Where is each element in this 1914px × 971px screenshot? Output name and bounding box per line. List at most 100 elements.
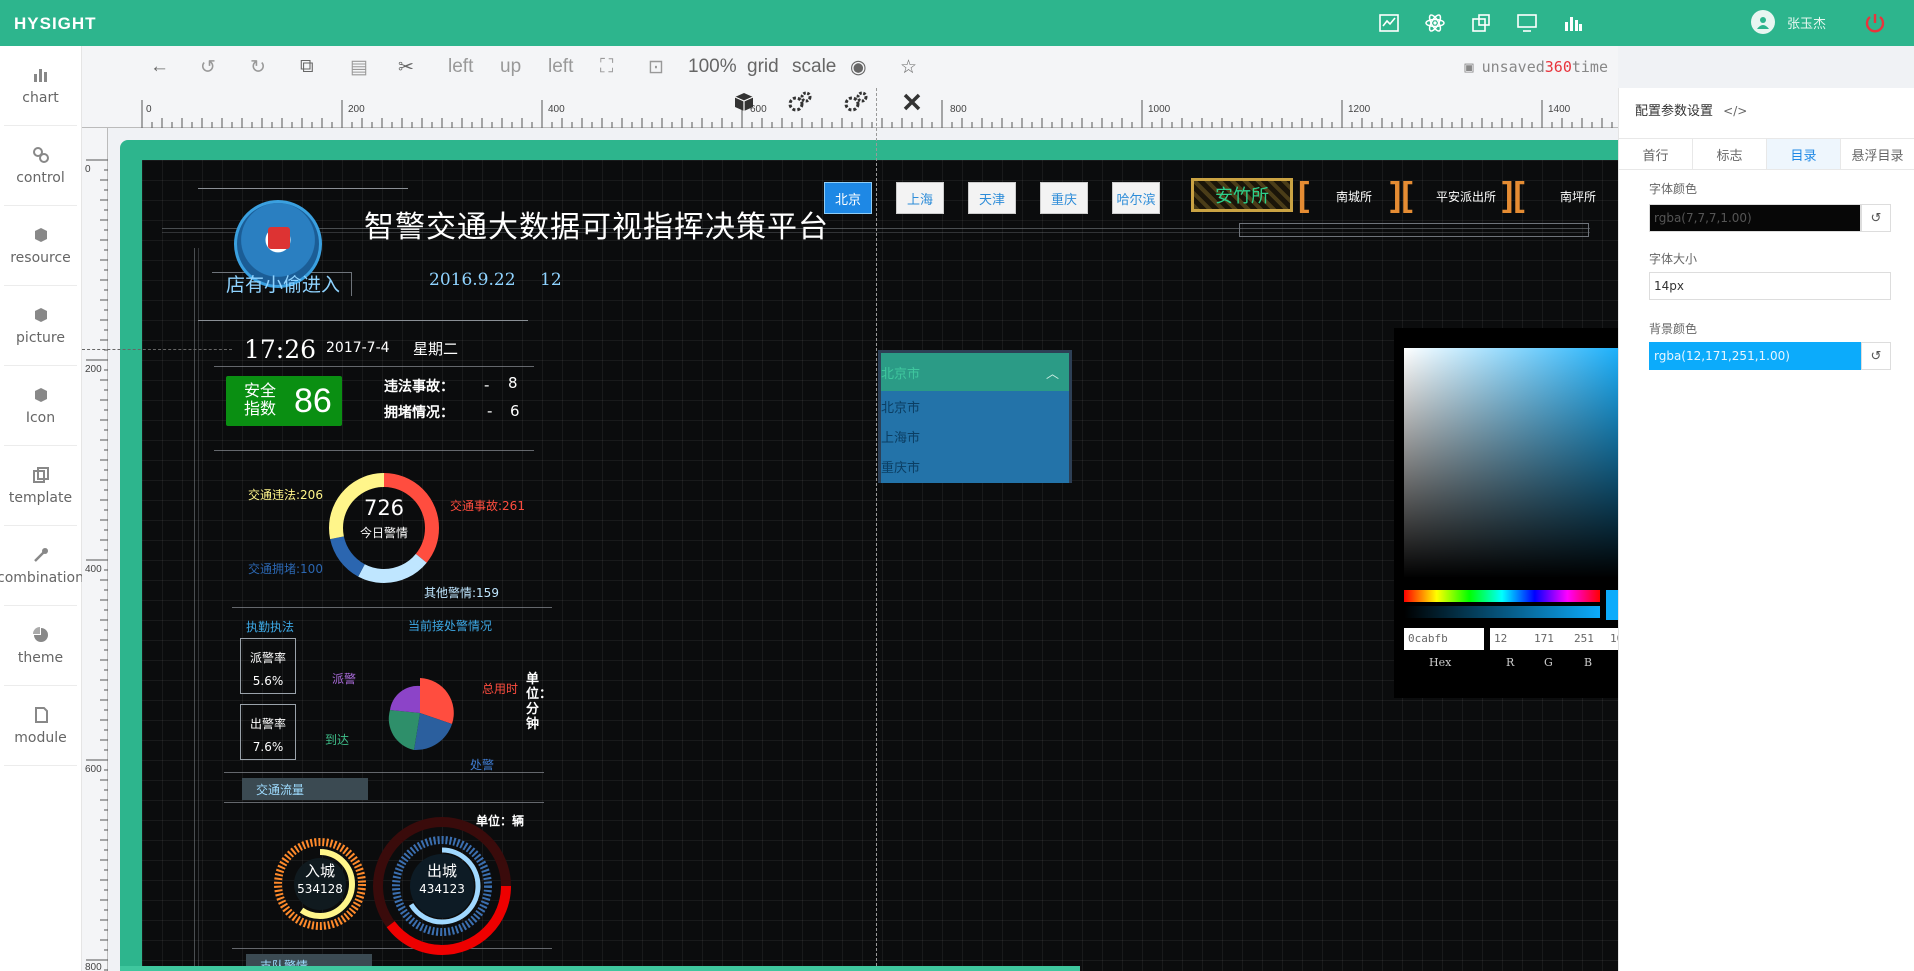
color-picker[interactable]: ✖ 0cabfb 12 171 251 100 Hex R G B A [1394, 328, 1644, 698]
ruler-label: 400 [85, 564, 102, 575]
tab-logo[interactable]: 标志 [1693, 139, 1767, 169]
city-button-shanghai[interactable]: 上海 [896, 182, 944, 214]
dropdown-option[interactable]: 上海市 [881, 421, 1069, 451]
sidebar-item-theme[interactable]: theme [4, 606, 77, 686]
reset-icon[interactable]: ↺ [1861, 342, 1891, 370]
grid-toggle[interactable]: grid [747, 56, 779, 78]
zoom-level[interactable]: 100% [688, 56, 737, 78]
atom-icon[interactable] [1424, 12, 1446, 34]
gears-icon[interactable] [786, 88, 814, 116]
r-input[interactable]: 12 [1490, 628, 1530, 650]
city-dropdown[interactable]: 北京市 ︿ 北京市 上海市 重庆市 [878, 350, 1072, 483]
city-button-tianjin[interactable]: 天津 [968, 182, 1016, 214]
bracket-icon: [ [1298, 176, 1310, 214]
chart-window-icon[interactable] [1378, 12, 1400, 34]
hex-input[interactable]: 0cabfb [1404, 628, 1484, 650]
back-arrow-icon[interactable]: ← [150, 56, 169, 78]
in-city-label: 入城 [304, 862, 335, 880]
puzzle-icon[interactable] [1470, 12, 1492, 34]
bar-chart-icon[interactable] [1562, 12, 1584, 34]
handling-pie-chart [388, 678, 454, 751]
sidebar-item-template[interactable]: template [4, 446, 77, 526]
tab-directory[interactable]: 目录 [1767, 139, 1841, 169]
ruler-label: 0 [146, 104, 152, 115]
bg-color-input[interactable]: rgba(12,171,251,1.00) [1649, 342, 1861, 370]
copy-icon [32, 466, 49, 483]
donut-caption: 今日警情 [359, 526, 408, 540]
monitor-icon[interactable] [1516, 12, 1538, 34]
align-left-button[interactable]: left [448, 56, 473, 78]
font-color-input[interactable]: rgba(7,7,7,1.00) [1649, 204, 1861, 232]
ruler-left: 0 200 400 600 800 [82, 128, 108, 971]
saturation-area[interactable] [1404, 348, 1634, 578]
pie-unit: 单位：分钟 [526, 672, 553, 732]
tab-floating-directory[interactable]: 悬浮目录 [1841, 139, 1914, 169]
ticker-date: 2016.9.22 [429, 270, 516, 290]
city-button-chongqing[interactable]: 重庆 [1040, 182, 1088, 214]
badge-emblem-icon [268, 227, 290, 249]
bar-chart-icon [33, 68, 47, 82]
copy-icon[interactable]: ⧉ [300, 56, 314, 78]
current-date: 2017-7-4 [326, 340, 390, 356]
station-button-1[interactable]: 南城所 [1336, 188, 1372, 205]
g-input[interactable]: 171 [1530, 628, 1570, 650]
fit-frame-icon[interactable]: ⛶ [600, 56, 613, 78]
dropdown-option[interactable]: 重庆市 [881, 451, 1069, 481]
reset-icon[interactable]: ↺ [1861, 204, 1891, 232]
scale-toggle[interactable]: scale [792, 56, 836, 78]
star-icon[interactable]: ☆ [900, 56, 917, 79]
code-icon[interactable]: </> [1723, 104, 1747, 118]
font-size-input[interactable]: 14px [1649, 272, 1891, 300]
sidebar-item-module[interactable]: module [4, 686, 77, 766]
sidebar-item-control[interactable]: control [4, 126, 77, 206]
sidebar-item-resource[interactable]: resource [4, 206, 77, 286]
flow-tag: 交通流量 [242, 778, 368, 800]
station-button-2[interactable]: 平安派出所 [1436, 188, 1496, 205]
paste-icon[interactable]: ▤ [350, 56, 368, 79]
ruler-label: 600 [85, 764, 102, 775]
dropdown-header[interactable]: 北京市 ︿ [881, 353, 1069, 391]
gears-icon[interactable] [842, 88, 870, 116]
ruler-label: 800 [85, 962, 102, 971]
horizontal-scrollbar[interactable] [120, 966, 1080, 971]
station-button-active[interactable]: 安竹所 [1191, 178, 1293, 212]
sidebar-item-chart[interactable]: chart [4, 46, 77, 126]
accident-label: 违法事故： [384, 379, 454, 395]
ruler-label: 200 [348, 104, 365, 115]
align-up-button[interactable]: up [500, 56, 521, 78]
accident-dash: - [484, 376, 490, 394]
eye-icon[interactable]: ◉ [850, 56, 867, 79]
in-city-value: 534128 [297, 882, 343, 896]
brand-logo: HYSIGHT [14, 14, 97, 33]
power-icon[interactable] [1862, 10, 1888, 36]
station-button-3[interactable]: 南坪所 [1560, 188, 1596, 205]
scissors-icon[interactable]: ✂ [398, 56, 414, 79]
cube-icon [34, 387, 47, 402]
clock: 17:26 [244, 335, 317, 364]
city-button-beijing[interactable]: 北京 [824, 182, 872, 214]
sidebar-item-icon[interactable]: Icon [4, 366, 77, 446]
tab-first-line[interactable]: 首行 [1619, 139, 1693, 169]
ruler-label: 1400 [1548, 104, 1571, 115]
city-button-harbin[interactable]: 哈尔滨 [1112, 182, 1160, 214]
pie-label-arrive: 到达 [325, 733, 350, 747]
link-icon [32, 146, 49, 163]
close-icon[interactable] [898, 88, 926, 116]
sidebar-item-picture[interactable]: picture [4, 286, 77, 366]
align-left-2-button[interactable]: left [548, 56, 573, 78]
user-menu[interactable]: 张玉杰 [1750, 10, 1826, 34]
alpha-slider[interactable] [1404, 606, 1600, 618]
b-input[interactable]: 251 [1570, 628, 1606, 650]
cube-icon[interactable] [730, 88, 758, 116]
undo-icon[interactable]: ↺ [200, 56, 216, 79]
hue-slider[interactable] [1404, 590, 1600, 602]
r-label: R [1506, 656, 1515, 669]
sidebar-item-combination[interactable]: combination [0, 526, 84, 606]
save-icon[interactable]: ▣ [1465, 58, 1474, 76]
dropdown-option[interactable]: 北京市 [881, 391, 1069, 421]
redo-icon[interactable]: ↻ [250, 56, 266, 79]
donut-label-congestion: 交通拥堵:100 [248, 562, 323, 576]
crop-icon[interactable]: ⊡ [648, 56, 664, 79]
sidebar-item-label: Icon [25, 409, 56, 426]
status-number: 360 [1544, 58, 1572, 76]
